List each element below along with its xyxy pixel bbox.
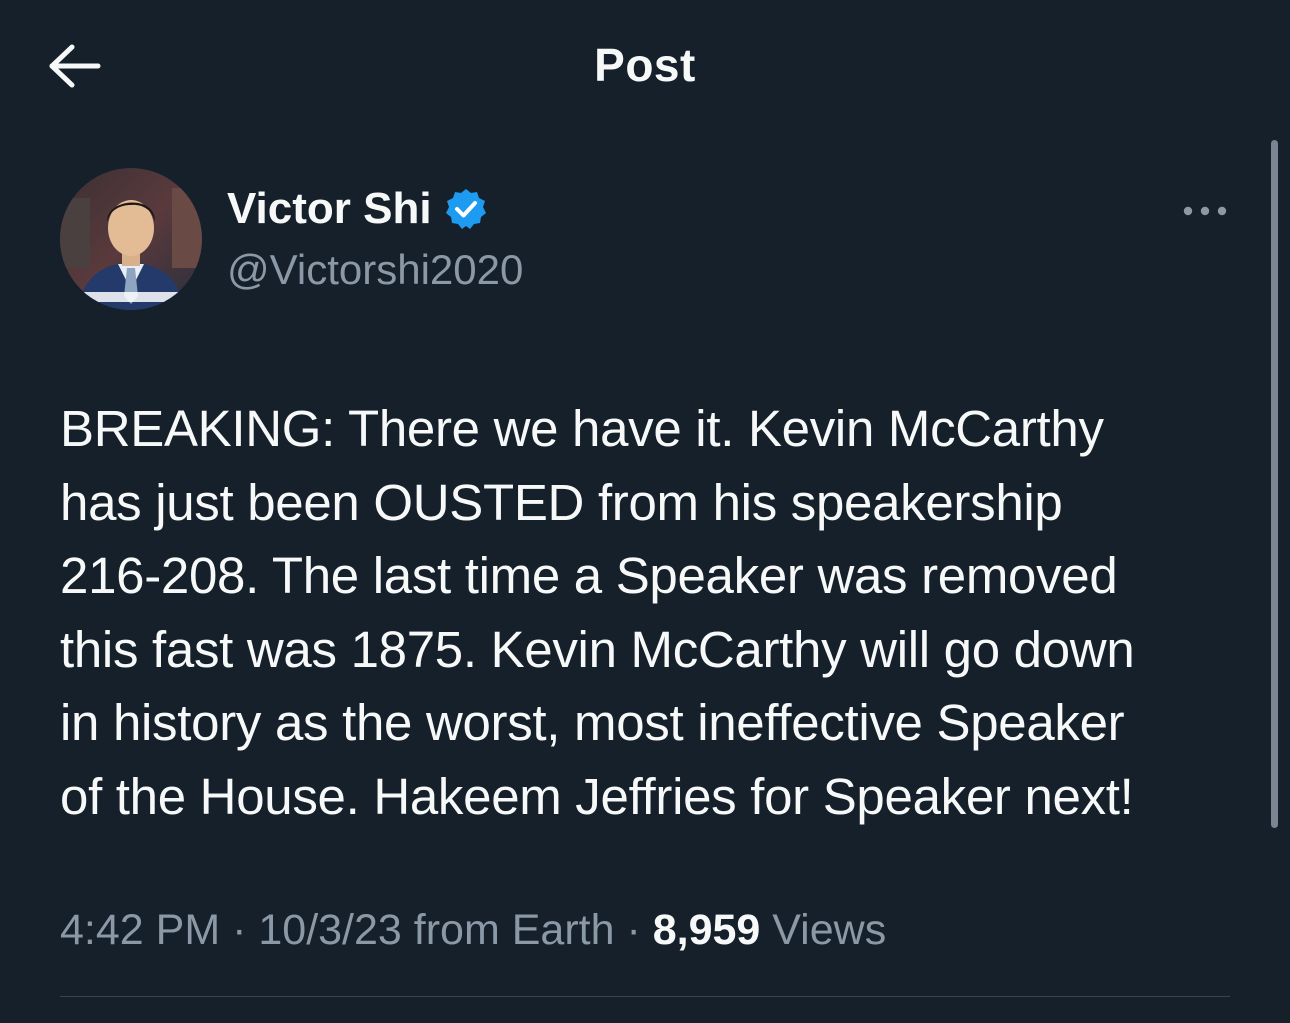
- user-handle[interactable]: @Victorshi2020: [227, 246, 523, 294]
- views-label: Views: [760, 906, 887, 954]
- post-date-source[interactable]: 10/3/23 from Earth: [258, 906, 614, 954]
- name-row: Victor Shi: [227, 184, 488, 234]
- more-horizontal-icon: [1183, 206, 1227, 216]
- display-name[interactable]: Victor Shi: [227, 184, 432, 234]
- avatar[interactable]: [60, 168, 202, 310]
- scrollbar[interactable]: [1271, 140, 1278, 828]
- post-meta: 4:42 PM · 10/3/23 from Earth · 8,959 Vie…: [60, 906, 886, 955]
- verified-badge-icon: [445, 189, 486, 229]
- meta-separator: ·: [220, 906, 259, 954]
- more-options-button[interactable]: [1180, 196, 1230, 226]
- avatar-image: [60, 168, 202, 310]
- meta-separator: ·: [614, 906, 653, 954]
- top-nav-bar: Post: [0, 0, 1290, 130]
- views-count[interactable]: 8,959: [653, 906, 761, 954]
- divider: [60, 996, 1230, 997]
- post-author: Victor Shi @Victorshi2020: [60, 168, 1230, 310]
- post-text: BREAKING: There we have it. Kevin McCart…: [60, 400, 1135, 825]
- page-title: Post: [594, 39, 696, 91]
- post-time[interactable]: 4:42 PM: [60, 906, 220, 954]
